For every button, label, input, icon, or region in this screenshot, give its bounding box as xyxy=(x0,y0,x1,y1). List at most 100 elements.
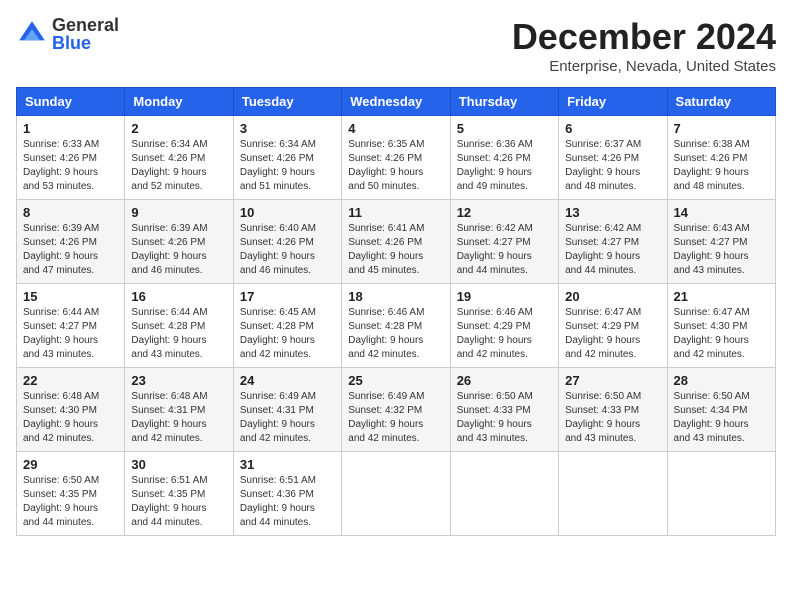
day-number: 23 xyxy=(131,373,226,388)
day-number: 10 xyxy=(240,205,335,220)
day-info: Sunrise: 6:44 AM Sunset: 4:28 PM Dayligh… xyxy=(131,306,226,362)
day-info: Sunrise: 6:50 AM Sunset: 4:33 PM Dayligh… xyxy=(565,390,660,446)
day-cell-15: 15 Sunrise: 6:44 AM Sunset: 4:27 PM Dayli… xyxy=(17,284,125,368)
day-cell-20: 20Sunrise: 6:47 AM Sunset: 4:29 PM Dayli… xyxy=(559,284,667,368)
day-number: 2 xyxy=(131,121,226,136)
day-info: Sunrise: 6:47 AM Sunset: 4:30 PM Dayligh… xyxy=(674,306,769,362)
empty-cell xyxy=(450,452,558,536)
day-info: Sunrise: 6:45 AM Sunset: 4:28 PM Dayligh… xyxy=(240,306,335,362)
day-number: 14 xyxy=(674,205,769,220)
day-info: Sunrise: 6:47 AM Sunset: 4:29 PM Dayligh… xyxy=(565,306,660,362)
weekday-header-row: SundayMondayTuesdayWednesdayThursdayFrid… xyxy=(17,88,776,116)
day-info: Sunrise: 6:40 AM Sunset: 4:26 PM Dayligh… xyxy=(240,222,335,278)
day-cell-1: 1 Sunrise: 6:33 AM Sunset: 4:26 PM Daylig… xyxy=(17,116,125,200)
weekday-header-friday: Friday xyxy=(559,88,667,116)
day-number: 7 xyxy=(674,121,769,136)
day-cell-21: 21 Sunrise: 6:47 AM Sunset: 4:30 PM Dayli… xyxy=(667,284,775,368)
day-cell-12: 12 Sunrise: 6:42 AM Sunset: 4:27 PM Dayli… xyxy=(450,200,558,284)
title-block: December 2024 Enterprise, Nevada, United… xyxy=(512,16,776,75)
day-info: Sunrise: 6:42 AM Sunset: 4:27 PM Dayligh… xyxy=(457,222,552,278)
weekday-header-tuesday: Tuesday xyxy=(233,88,341,116)
day-number: 31 xyxy=(240,457,335,472)
day-info: Sunrise: 6:35 AM Sunset: 4:26 PM Dayligh… xyxy=(348,138,443,194)
logo-blue-text: Blue xyxy=(52,34,119,52)
day-number: 25 xyxy=(348,373,443,388)
day-number: 27 xyxy=(565,373,660,388)
day-info: Sunrise: 6:41 AM Sunset: 4:26 PM Dayligh… xyxy=(348,222,443,278)
day-number: 21 xyxy=(674,289,769,304)
month-title: December 2024 xyxy=(512,16,776,58)
day-number: 19 xyxy=(457,289,552,304)
day-info: Sunrise: 6:39 AM Sunset: 4:26 PM Dayligh… xyxy=(23,222,118,278)
day-number: 5 xyxy=(457,121,552,136)
day-cell-22: 22 Sunrise: 6:48 AM Sunset: 4:30 PM Dayli… xyxy=(17,368,125,452)
logo: General Blue xyxy=(16,16,119,52)
location-title: Enterprise, Nevada, United States xyxy=(512,58,776,75)
page-header: General Blue December 2024 Enterprise, N… xyxy=(16,16,776,75)
logo-icon xyxy=(16,18,48,50)
day-cell-6: 6 Sunrise: 6:37 AM Sunset: 4:26 PM Daylig… xyxy=(559,116,667,200)
day-cell-31: 31Sunrise: 6:51 AM Sunset: 4:36 PM Dayli… xyxy=(233,452,341,536)
day-number: 29 xyxy=(23,457,118,472)
day-info: Sunrise: 6:42 AM Sunset: 4:27 PM Dayligh… xyxy=(565,222,660,278)
day-number: 16 xyxy=(131,289,226,304)
day-number: 22 xyxy=(23,373,118,388)
weekday-header-wednesday: Wednesday xyxy=(342,88,450,116)
day-cell-9: 9Sunrise: 6:39 AM Sunset: 4:26 PM Daylig… xyxy=(125,200,233,284)
day-cell-29: 29 Sunrise: 6:50 AM Sunset: 4:35 PM Dayli… xyxy=(17,452,125,536)
day-info: Sunrise: 6:48 AM Sunset: 4:31 PM Dayligh… xyxy=(131,390,226,446)
day-info: Sunrise: 6:50 AM Sunset: 4:35 PM Dayligh… xyxy=(23,474,118,530)
week-row-3: 15 Sunrise: 6:44 AM Sunset: 4:27 PM Dayli… xyxy=(17,284,776,368)
day-number: 15 xyxy=(23,289,118,304)
week-row-4: 22 Sunrise: 6:48 AM Sunset: 4:30 PM Dayli… xyxy=(17,368,776,452)
day-info: Sunrise: 6:46 AM Sunset: 4:28 PM Dayligh… xyxy=(348,306,443,362)
day-info: Sunrise: 6:34 AM Sunset: 4:26 PM Dayligh… xyxy=(240,138,335,194)
day-cell-18: 18 Sunrise: 6:46 AM Sunset: 4:28 PM Dayli… xyxy=(342,284,450,368)
week-row-2: 8 Sunrise: 6:39 AM Sunset: 4:26 PM Daylig… xyxy=(17,200,776,284)
day-number: 1 xyxy=(23,121,118,136)
week-row-1: 1 Sunrise: 6:33 AM Sunset: 4:26 PM Daylig… xyxy=(17,116,776,200)
day-number: 18 xyxy=(348,289,443,304)
day-cell-3: 3 Sunrise: 6:34 AM Sunset: 4:26 PM Daylig… xyxy=(233,116,341,200)
weekday-header-monday: Monday xyxy=(125,88,233,116)
day-cell-25: 25Sunrise: 6:49 AM Sunset: 4:32 PM Dayli… xyxy=(342,368,450,452)
day-cell-8: 8 Sunrise: 6:39 AM Sunset: 4:26 PM Daylig… xyxy=(17,200,125,284)
day-cell-14: 14 Sunrise: 6:43 AM Sunset: 4:27 PM Dayli… xyxy=(667,200,775,284)
day-info: Sunrise: 6:36 AM Sunset: 4:26 PM Dayligh… xyxy=(457,138,552,194)
calendar-table: SundayMondayTuesdayWednesdayThursdayFrid… xyxy=(16,87,776,536)
week-row-5: 29 Sunrise: 6:50 AM Sunset: 4:35 PM Dayli… xyxy=(17,452,776,536)
day-number: 3 xyxy=(240,121,335,136)
day-number: 9 xyxy=(131,205,226,220)
day-cell-4: 4 Sunrise: 6:35 AM Sunset: 4:26 PM Daylig… xyxy=(342,116,450,200)
day-info: Sunrise: 6:43 AM Sunset: 4:27 PM Dayligh… xyxy=(674,222,769,278)
day-number: 28 xyxy=(674,373,769,388)
day-number: 12 xyxy=(457,205,552,220)
day-cell-11: 11Sunrise: 6:41 AM Sunset: 4:26 PM Dayli… xyxy=(342,200,450,284)
day-cell-27: 27 Sunrise: 6:50 AM Sunset: 4:33 PM Dayli… xyxy=(559,368,667,452)
day-info: Sunrise: 6:50 AM Sunset: 4:34 PM Dayligh… xyxy=(674,390,769,446)
empty-cell xyxy=(559,452,667,536)
day-cell-19: 19Sunrise: 6:46 AM Sunset: 4:29 PM Dayli… xyxy=(450,284,558,368)
day-number: 8 xyxy=(23,205,118,220)
day-number: 13 xyxy=(565,205,660,220)
day-cell-5: 5 Sunrise: 6:36 AM Sunset: 4:26 PM Daylig… xyxy=(450,116,558,200)
day-info: Sunrise: 6:38 AM Sunset: 4:26 PM Dayligh… xyxy=(674,138,769,194)
weekday-header-sunday: Sunday xyxy=(17,88,125,116)
day-info: Sunrise: 6:37 AM Sunset: 4:26 PM Dayligh… xyxy=(565,138,660,194)
logo-general-text: General xyxy=(52,16,119,34)
day-info: Sunrise: 6:44 AM Sunset: 4:27 PM Dayligh… xyxy=(23,306,118,362)
weekday-header-thursday: Thursday xyxy=(450,88,558,116)
day-number: 4 xyxy=(348,121,443,136)
day-cell-7: 7 Sunrise: 6:38 AM Sunset: 4:26 PM Daylig… xyxy=(667,116,775,200)
empty-cell xyxy=(342,452,450,536)
day-number: 17 xyxy=(240,289,335,304)
day-number: 6 xyxy=(565,121,660,136)
day-info: Sunrise: 6:34 AM Sunset: 4:26 PM Dayligh… xyxy=(131,138,226,194)
day-cell-10: 10 Sunrise: 6:40 AM Sunset: 4:26 PM Dayli… xyxy=(233,200,341,284)
empty-cell xyxy=(667,452,775,536)
day-info: Sunrise: 6:33 AM Sunset: 4:26 PM Dayligh… xyxy=(23,138,118,194)
day-cell-28: 28 Sunrise: 6:50 AM Sunset: 4:34 PM Dayli… xyxy=(667,368,775,452)
day-number: 24 xyxy=(240,373,335,388)
day-info: Sunrise: 6:50 AM Sunset: 4:33 PM Dayligh… xyxy=(457,390,552,446)
day-info: Sunrise: 6:48 AM Sunset: 4:30 PM Dayligh… xyxy=(23,390,118,446)
